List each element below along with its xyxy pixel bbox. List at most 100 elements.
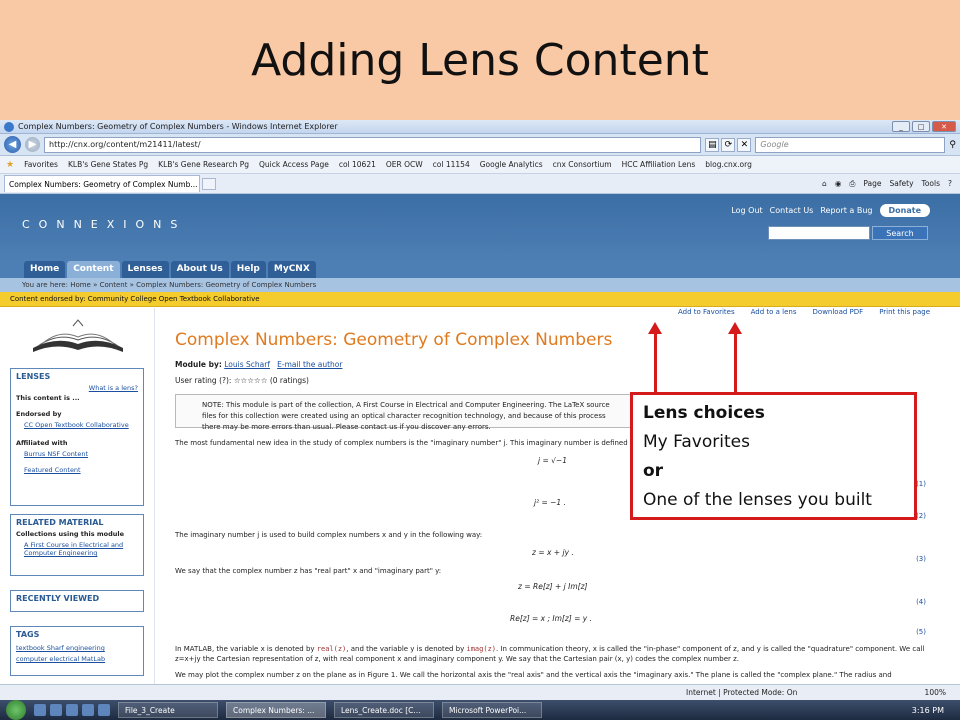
favorites-bar: ★ Favorites KLB's Gene States Pg KLB's G… bbox=[0, 156, 960, 174]
fav-item[interactable]: Google Analytics bbox=[480, 160, 543, 169]
close-window-button[interactable]: ✕ bbox=[932, 121, 956, 132]
taskbar-button[interactable]: Microsoft PowerPoi... bbox=[442, 702, 542, 718]
fav-item[interactable]: Favorites bbox=[24, 160, 58, 169]
nav-home[interactable]: Home bbox=[24, 261, 66, 278]
paragraph: The imaginary number j is used to build … bbox=[175, 531, 483, 539]
fav-item[interactable]: col 10621 bbox=[339, 160, 376, 169]
breadcrumb: You are here: Home » Content » Complex N… bbox=[0, 278, 960, 292]
fav-item[interactable]: cnx Consortium bbox=[553, 160, 612, 169]
print-page-button[interactable]: Print this page bbox=[879, 308, 930, 316]
app-icon[interactable] bbox=[98, 704, 110, 716]
fav-item[interactable]: OER OCW bbox=[386, 160, 423, 169]
affiliated-label: Affiliated with bbox=[16, 439, 68, 447]
app-icon[interactable] bbox=[82, 704, 94, 716]
app-icon[interactable] bbox=[50, 704, 62, 716]
add-to-lens-button[interactable]: Add to a lens bbox=[751, 308, 797, 316]
callout-line: One of the lenses you built bbox=[643, 490, 872, 510]
window-title: Complex Numbers: Geometry of Complex Num… bbox=[18, 122, 338, 131]
nav-about[interactable]: About Us bbox=[170, 261, 229, 278]
nav-content[interactable]: Content bbox=[67, 261, 120, 278]
related-link[interactable]: A First Course in Electrical and Compute… bbox=[24, 541, 123, 557]
app-icon[interactable] bbox=[34, 704, 46, 716]
fav-item[interactable]: KLB's Gene States Pg bbox=[68, 160, 148, 169]
search-icon[interactable]: ⚲ bbox=[949, 140, 956, 150]
address-bar: ◀ ▶ http://cnx.org/content/m21411/latest… bbox=[0, 134, 960, 156]
related-sub: Collections using this module bbox=[16, 530, 125, 538]
equation: z = Re[z] + j Im[z] bbox=[518, 582, 588, 591]
taskbar-button[interactable]: Lens_Create.doc [C... bbox=[334, 702, 434, 718]
taskbar-button[interactable]: File_3_Create bbox=[118, 702, 218, 718]
site-search-button[interactable]: Search bbox=[872, 226, 928, 240]
email-author-link[interactable]: E-mail the author bbox=[277, 360, 342, 369]
status-bar: Internet | Protected Mode: On 100% bbox=[0, 684, 960, 700]
lens-item[interactable]: Burrus NSF Content bbox=[24, 450, 88, 458]
taskbar-button[interactable]: Complex Numbers: ... bbox=[226, 702, 326, 718]
site-logo[interactable]: CONNEXIONS bbox=[22, 218, 186, 231]
site-search-input[interactable] bbox=[768, 226, 870, 240]
add-to-favorites-button[interactable]: Add to Favorites bbox=[678, 308, 735, 316]
paragraph: We may plot the complex number z on the … bbox=[175, 671, 892, 679]
fav-item[interactable]: KLB's Gene Research Pg bbox=[158, 160, 249, 169]
cmd-tools[interactable]: Tools bbox=[922, 179, 940, 189]
note-box: NOTE: This module is part of the collect… bbox=[175, 394, 645, 431]
ie-icon bbox=[4, 121, 14, 132]
feeds-icon[interactable]: ◉ bbox=[835, 179, 842, 189]
maximize-button[interactable]: □ bbox=[912, 121, 930, 132]
callout-heading: Lens choices bbox=[643, 403, 765, 423]
search-input[interactable]: Google bbox=[755, 136, 946, 153]
nav-mycnx[interactable]: MyCNX bbox=[267, 261, 316, 278]
zoom-level[interactable]: 100% bbox=[925, 688, 946, 697]
equation-number: (4) bbox=[916, 598, 926, 606]
equation: j = √−1 bbox=[538, 456, 567, 465]
forward-button[interactable]: ▶ bbox=[25, 137, 40, 152]
new-tab-button[interactable] bbox=[202, 177, 216, 190]
fav-item[interactable]: Quick Access Page bbox=[259, 160, 329, 169]
recently-viewed-box[interactable]: RECENTLY VIEWED bbox=[10, 590, 144, 612]
report-bug-link[interactable]: Report a Bug bbox=[820, 206, 872, 215]
tag-list[interactable]: textbook Sharf engineering computer elec… bbox=[16, 643, 138, 665]
compat-icon[interactable]: ▤ bbox=[705, 137, 720, 152]
lens-item[interactable]: Featured Content bbox=[24, 466, 81, 474]
start-button[interactable] bbox=[6, 700, 26, 720]
download-pdf-button[interactable]: Download PDF bbox=[813, 308, 864, 316]
help-icon[interactable]: ? bbox=[948, 179, 952, 189]
refresh-icon[interactable]: ⟳ bbox=[721, 137, 736, 152]
author-link[interactable]: Louis Scharf bbox=[224, 360, 270, 369]
fav-item[interactable]: blog.cnx.org bbox=[705, 160, 752, 169]
user-rating[interactable]: User rating (?): ☆☆☆☆☆ (0 ratings) bbox=[175, 376, 309, 385]
equation: j² = −1 . bbox=[534, 498, 566, 507]
paragraph: We say that the complex number z has "re… bbox=[175, 567, 442, 575]
cmd-safety[interactable]: Safety bbox=[890, 179, 914, 189]
related-material-box: RELATED MATERIAL Collections using this … bbox=[10, 514, 144, 576]
slide-title-text: Adding Lens Content bbox=[251, 34, 709, 86]
tab-active[interactable]: Complex Numbers: Geometry of Complex Num… bbox=[4, 175, 200, 192]
back-button[interactable]: ◀ bbox=[4, 136, 21, 153]
minimize-button[interactable]: _ bbox=[892, 121, 910, 132]
tab-bar: Complex Numbers: Geometry of Complex Num… bbox=[0, 174, 960, 194]
cmd-page[interactable]: Page bbox=[863, 179, 881, 189]
nav-lenses[interactable]: Lenses bbox=[121, 261, 169, 278]
callout-line: or bbox=[643, 461, 664, 481]
fav-item[interactable]: col 11154 bbox=[433, 160, 470, 169]
url-field[interactable]: http://cnx.org/content/m21411/latest/ bbox=[44, 136, 702, 153]
star-icon: ★ bbox=[6, 159, 15, 170]
print-icon[interactable]: ⎙ bbox=[849, 179, 855, 189]
lens-item[interactable]: CC Open Textbook Collaborative bbox=[24, 421, 129, 429]
logout-link[interactable]: Log Out bbox=[731, 206, 762, 215]
nav-help[interactable]: Help bbox=[230, 261, 266, 278]
fav-item[interactable]: HCC Affiliation Lens bbox=[622, 160, 696, 169]
clock[interactable]: 3:16 PM bbox=[912, 706, 960, 715]
home-icon[interactable]: ⌂ bbox=[822, 179, 827, 189]
donate-button[interactable]: Donate bbox=[879, 204, 930, 217]
app-icon[interactable] bbox=[66, 704, 78, 716]
site-header: CONNEXIONS Log Out Contact Us Report a B… bbox=[0, 194, 960, 260]
security-zone[interactable]: Internet | Protected Mode: On bbox=[686, 688, 797, 697]
recent-heading: RECENTLY VIEWED bbox=[16, 594, 100, 603]
lens-choices-callout: Lens choices My Favorites or One of the … bbox=[630, 392, 917, 520]
endorsement-bar[interactable]: Content endorsed by: Community College O… bbox=[0, 292, 960, 307]
what-is-lens-link[interactable]: What is a lens? bbox=[89, 384, 138, 392]
contact-link[interactable]: Contact Us bbox=[770, 206, 814, 215]
book-logo-icon bbox=[33, 319, 123, 352]
paragraph: In MATLAB, the variable x is denoted by … bbox=[175, 645, 925, 663]
stop-icon[interactable]: ✕ bbox=[737, 137, 752, 152]
